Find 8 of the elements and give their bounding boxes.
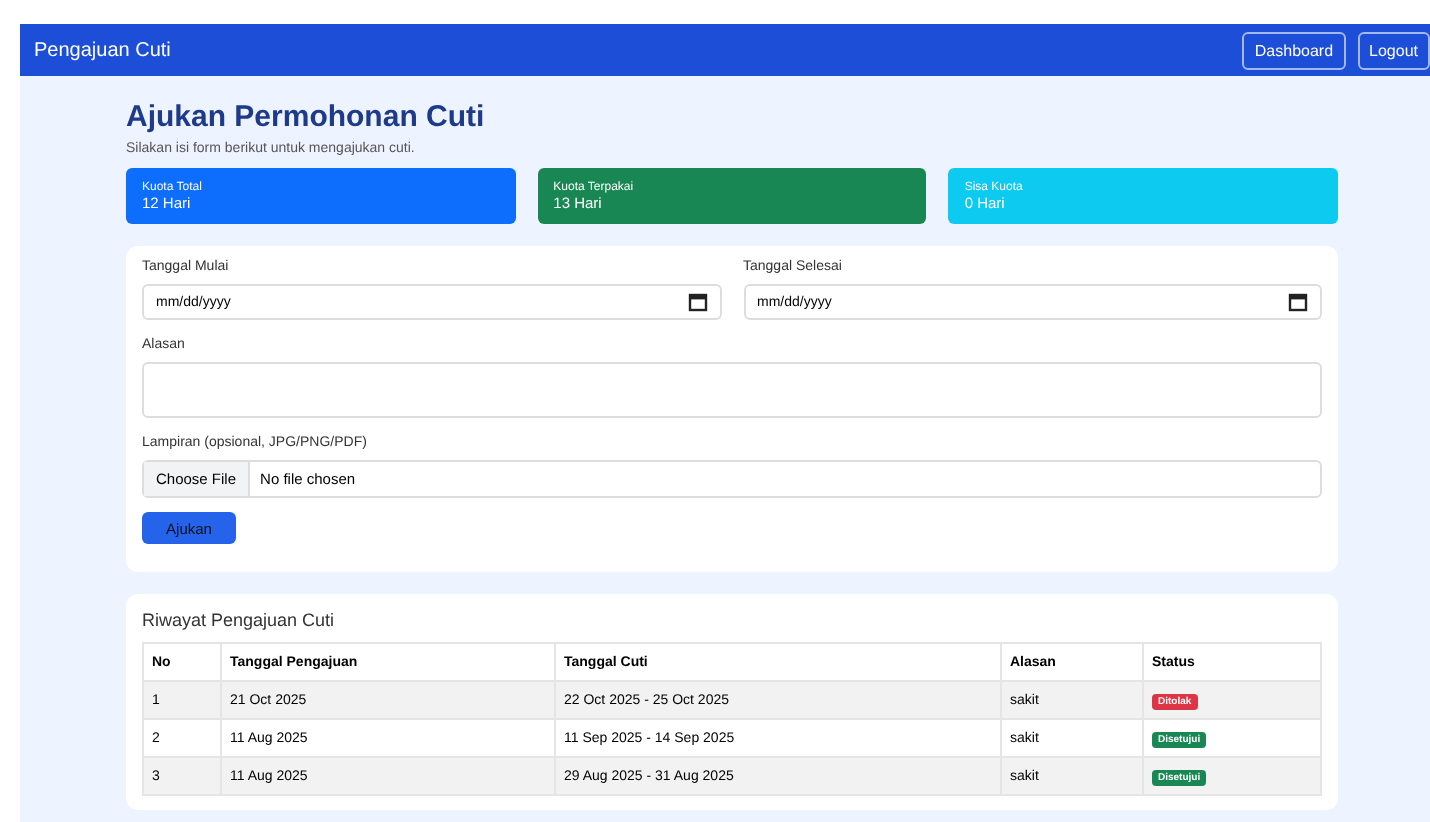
nav-button[interactable]: Dashboard [1242, 31, 1346, 69]
calendar-icon[interactable] [687, 292, 707, 312]
page-heading: Ajukan Permohonan Cuti [126, 100, 487, 134]
reason-field[interactable] [142, 362, 1322, 418]
brand-title[interactable]: Pengajuan Cuti [34, 39, 171, 61]
calendar-icon[interactable] [1288, 292, 1308, 312]
nav-button[interactable]: Logout [1357, 31, 1430, 69]
history-title: Riwayat Pengajuan Cuti [142, 610, 337, 630]
